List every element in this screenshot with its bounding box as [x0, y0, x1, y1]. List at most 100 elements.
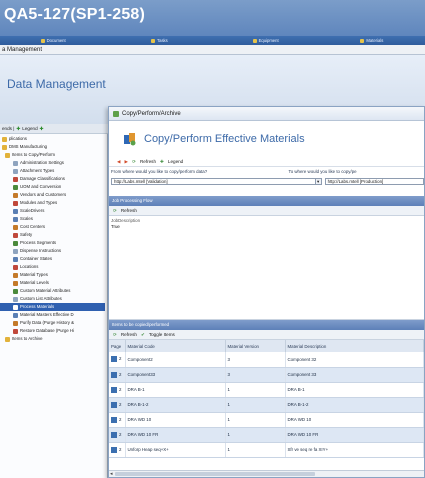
tree-item[interactable]: Restore Database (Purge Hi [0, 327, 107, 335]
legend-button[interactable]: Legend [22, 126, 37, 131]
horizontal-scrollbar[interactable]: ◂ [109, 470, 424, 477]
chevron-down-icon[interactable]: ▾ [314, 178, 321, 184]
folder-icon [2, 144, 7, 150]
tree-item[interactable]: Administration Settings [0, 159, 107, 167]
materials-refresh-button[interactable]: Refresh [121, 332, 137, 337]
cell-text: DRA B-1 [127, 387, 145, 392]
refresh-icon[interactable]: ⟳ [113, 208, 117, 214]
table-cell-version: 3 [225, 367, 286, 383]
table-cell-version: 1 [225, 442, 286, 458]
column-header-material-version[interactable]: Material Version [225, 340, 286, 352]
dialog-titlebar[interactable]: Copy/Perform/Archive [109, 107, 424, 121]
table-row[interactable]: 2 DRA B-1-2 1 DRA B-1-2 [109, 397, 424, 413]
table-cell-page: 2 [109, 427, 126, 443]
materials-icon [360, 38, 365, 43]
table-row[interactable]: 2 Component2 3 Component 32 [109, 352, 424, 368]
column-header-page[interactable]: Page [109, 340, 126, 352]
menu-item-2[interactable]: Equipment [213, 36, 319, 45]
tree-item[interactable]: UOM and Conversion [0, 183, 107, 191]
tree-item[interactable]: Process Segments [0, 239, 107, 247]
container-icon [13, 256, 18, 262]
tree-item[interactable]: Items to Archive [0, 335, 107, 343]
tree-item[interactable]: Purify Data (Purge History & [0, 319, 107, 327]
from-label: From where would you like to copy/perfor… [111, 169, 208, 174]
tree-item[interactable]: Process Materials [0, 303, 105, 311]
toggle-items-button[interactable]: Toggle Items [149, 332, 175, 337]
menu-item-1[interactable]: Tasks [106, 36, 212, 45]
tree-item[interactable]: ScaleDrivers [0, 207, 107, 215]
from-select[interactable]: http://Labs.mtell [Validation] ▾ [111, 177, 322, 185]
dialog-window-title: Copy/Perform/Archive [122, 110, 181, 117]
cell-text: Component 33 [287, 372, 317, 377]
table-cell-code: Component2 [125, 352, 226, 368]
settings-icon [13, 160, 18, 166]
breadcrumb: a Management [0, 45, 425, 55]
refresh-icon[interactable]: ⟳ [113, 332, 117, 338]
source-target-selects: http://Labs.mtell [Validation] ▾ http://… [109, 176, 424, 186]
tree-item[interactable]: Material Types [0, 271, 107, 279]
refresh-icon[interactable]: ⟳ [132, 159, 136, 165]
tree-item[interactable]: Items to Copy/Perform [0, 151, 107, 159]
window-icon [113, 110, 119, 117]
jobs-list-item[interactable]: True [111, 224, 422, 230]
legend-button[interactable]: Legend [168, 159, 183, 164]
to-select[interactable]: http://Labs.mtell [Production] [324, 177, 424, 185]
tree-item[interactable]: Cost Centers [0, 223, 107, 231]
cell-text: 2 [119, 416, 122, 422]
scrollbar-thumb[interactable] [115, 472, 315, 476]
table-row[interactable]: 2 DRA WD 10 1 DRA WD 10 [109, 412, 424, 428]
column-header-material-code[interactable]: Material Code [125, 340, 226, 352]
tree-item-label: Purify Data (Purge History & [20, 320, 74, 325]
legend-icon[interactable]: ✚ [160, 159, 164, 165]
menu-item-label: Document [46, 38, 66, 43]
dialog-heading: Copy/Perform Effective Materials [109, 121, 424, 157]
tree-item[interactable]: Custom List Attributes [0, 295, 107, 303]
from-select-value: http://Labs.mtell [Validation] [114, 178, 168, 184]
tree-item[interactable]: Locations [0, 263, 107, 271]
menu-item-0[interactable]: Document [0, 36, 106, 45]
damage-icon [13, 176, 18, 182]
tree-item[interactable]: Custom Material Attributes [0, 287, 107, 295]
tree-item[interactable]: Scales [0, 215, 107, 223]
tree-item[interactable]: Material Levels [0, 279, 107, 287]
menu-item-3[interactable]: Materials [319, 36, 425, 45]
cell-text: Unforp Heap seq+X+ [127, 447, 169, 452]
tree-item[interactable]: plications [0, 135, 107, 143]
tree-item[interactable]: Damage Classifications [0, 175, 107, 183]
table-row[interactable]: 2 DRA B-1 1 DRA B-1 [109, 382, 424, 398]
cell-text: Component33 [127, 372, 156, 377]
tree-item[interactable]: Safety [0, 231, 107, 239]
tree-item[interactable]: Container States [0, 255, 107, 263]
tree-item[interactable]: DMS Manufacturing [0, 143, 107, 151]
table-row[interactable]: 2 Unforp Heap seq+X+ 1 Sfr ve seq re fa XIY… [109, 442, 424, 458]
material-master-icon [13, 312, 18, 318]
tree-item-label: Modules and Types [20, 200, 58, 205]
legend-add-icon[interactable]: ✚ [40, 126, 44, 132]
jobs-refresh-button[interactable]: Refresh [121, 208, 137, 213]
page-title: Data Management [7, 77, 106, 91]
table-row[interactable]: 2 Component33 3 Component 33 [109, 367, 424, 383]
cell-text: DRA B-1 [287, 387, 305, 392]
tree-item[interactable]: Vendors and Customers [0, 191, 107, 199]
refresh-button[interactable]: Refresh [140, 159, 156, 164]
scroll-left-icon[interactable]: ◂ [110, 471, 113, 477]
tree-item-label: Custom Material Attributes [20, 288, 71, 293]
table-cell-page: 2 [109, 397, 126, 413]
tree-item-label: Material Types [20, 272, 48, 277]
tree-item-label: Vendors and Customers [20, 192, 67, 197]
add-icon[interactable]: ✚ [16, 126, 20, 132]
tree-item[interactable]: Material Masters Effective D [0, 311, 107, 319]
tree-item[interactable]: Dispense Instructions [0, 247, 107, 255]
materials-toolbar: ⟳ Refresh ✔ Toggle Items [109, 330, 424, 340]
menu-item-label: Materials [366, 38, 384, 43]
cell-text: Component 32 [287, 356, 317, 362]
table-row[interactable]: 2 DRA WD 10 FR 1 DRA WD 10 FR [109, 427, 424, 443]
toggle-icon[interactable]: ✔ [141, 332, 145, 338]
tree-item[interactable]: Modules and Types [0, 199, 107, 207]
forward-arrow-icon[interactable]: ▶ [125, 159, 129, 165]
back-arrow-icon[interactable]: ◀ [117, 159, 121, 165]
tree-item[interactable]: Attachment Types [0, 167, 107, 175]
column-header-material-description[interactable]: Material Description [285, 340, 424, 352]
material-row-icon [111, 356, 117, 363]
materials-table: Page Material Code Material Version Mate… [109, 340, 424, 458]
